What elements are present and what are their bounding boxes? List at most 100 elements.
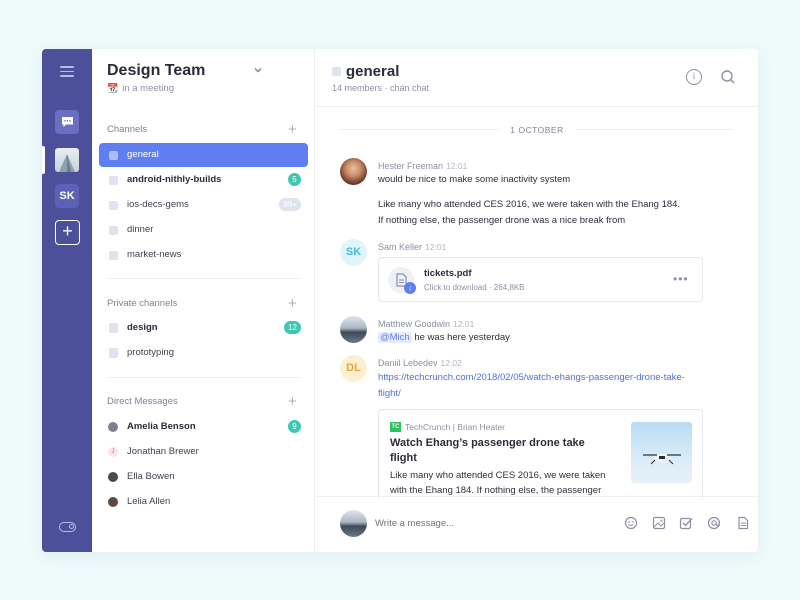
file-meta: Click to download · 264,8KB — [424, 283, 525, 292]
unread-badge: 5 — [288, 173, 301, 186]
team-name[interactable]: Design Team — [107, 62, 205, 80]
message-time: 12:02 — [440, 358, 462, 368]
document-icon[interactable] — [736, 516, 750, 530]
file-name[interactable]: tickets.pdf — [424, 268, 472, 279]
section-divider — [107, 377, 300, 378]
dm-label: Lelia Allen — [127, 496, 171, 507]
author-name[interactable]: Matthew Goodwin — [378, 319, 450, 329]
add-private-channel-plus-icon[interactable]: + — [288, 296, 297, 311]
section-divider — [107, 278, 300, 279]
date-divider — [576, 129, 734, 130]
add-channel-plus-icon[interactable]: + — [288, 122, 297, 137]
preview-description: Like many who attended CES 2016, we were… — [390, 470, 606, 496]
status-text: in a meeting — [122, 83, 174, 94]
active-workspace-indicator — [42, 146, 45, 174]
author-name[interactable]: Sam Keller — [378, 242, 422, 252]
info-icon[interactable]: i — [686, 69, 702, 85]
message-time: 12:01 — [453, 319, 475, 329]
workspace-sk-button[interactable]: SK — [55, 184, 79, 208]
date-separator: 1 OCTOBER — [510, 125, 564, 135]
message-time: 12:01 — [446, 161, 468, 171]
user-status: 📆 in a meeting — [107, 83, 174, 94]
channel-label: ios-decs-gems — [127, 199, 189, 210]
search-icon[interactable] — [720, 69, 736, 85]
avatar — [108, 422, 118, 432]
header-divider — [316, 106, 758, 107]
channel-label: prototyping — [127, 347, 175, 358]
hash-icon — [109, 201, 118, 210]
preview-title[interactable]: Watch Ehang’s passenger drone take fligh… — [390, 436, 600, 466]
image-icon[interactable] — [652, 516, 666, 530]
avatar — [108, 472, 118, 482]
message-author: Matthew Goodwin 12:01 — [378, 319, 474, 329]
avatar[interactable]: SK — [340, 239, 367, 266]
unread-badge: 9 — [288, 420, 301, 433]
avatar[interactable]: DL — [340, 355, 367, 382]
dm-label: Jonathan Brewer — [127, 446, 199, 457]
direct-messages-heading: Direct Messages — [107, 396, 178, 407]
more-options-icon[interactable]: ••• — [673, 272, 689, 286]
checkbox-icon[interactable] — [679, 516, 693, 530]
avatar — [340, 510, 367, 537]
chevron-down-icon[interactable] — [253, 65, 263, 75]
message-author: Sam Keller 12:01 — [378, 242, 446, 252]
dm-item-jonathan-brewer[interactable]: J Jonathan Brewer — [99, 440, 308, 464]
message-author: Hester Freeman 12:01 — [378, 161, 467, 171]
user-mention[interactable]: @Mich — [378, 332, 412, 343]
techcrunch-logo-icon: TC — [390, 422, 401, 432]
private-channel-item-design[interactable]: design 12 — [99, 316, 308, 340]
file-attachment[interactable]: ↓ tickets.pdf Click to download · 264,8K… — [378, 257, 703, 302]
preview-source: TC TechCrunch | Brian Heater — [390, 422, 505, 432]
avatar[interactable] — [340, 158, 367, 185]
message-text: Like many who attended CES 2016, we were… — [378, 199, 681, 210]
add-workspace-button[interactable]: + — [55, 220, 80, 245]
message-link[interactable]: https://techcrunch.com/2018/02/05/watch-… — [378, 370, 685, 385]
lock-icon — [109, 348, 118, 358]
mention-icon[interactable] — [707, 516, 721, 530]
message-text: @Mich he was here yesterday — [378, 330, 510, 345]
dm-item-amelia-benson[interactable]: Amelia Benson 9 — [99, 415, 308, 439]
avatar — [108, 497, 118, 507]
channel-sidebar: Design Team 📆 in a meeting Channels + ge… — [92, 49, 315, 552]
avatar[interactable] — [340, 316, 367, 343]
calendar-emoji: 📆 — [107, 83, 119, 93]
toggle-icon[interactable] — [59, 522, 76, 532]
add-direct-message-plus-icon[interactable]: + — [288, 394, 297, 409]
channel-item-ios-decs-gems[interactable]: ios-decs-gems 99+ — [99, 193, 308, 217]
message-author: Daniil Lebedev 12:02 — [378, 358, 462, 368]
dm-item-ella-bowen[interactable]: Ella Bowen — [99, 465, 308, 489]
workspace-avatar[interactable] — [55, 148, 79, 172]
message-link[interactable]: flight/ — [378, 386, 401, 401]
author-name[interactable]: Daniil Lebedev — [378, 358, 438, 368]
workspace-rail: SK + — [42, 49, 92, 552]
channel-label: android-nithly-builds — [127, 174, 222, 185]
channel-item-general[interactable]: general — [99, 143, 308, 167]
message-text: If nothing else, the passenger drone was… — [378, 215, 626, 226]
hamburger-menu-icon[interactable] — [60, 66, 74, 78]
emoji-icon[interactable] — [624, 516, 638, 530]
channel-item-dinner[interactable]: dinner — [99, 218, 308, 242]
private-channel-item-prototyping[interactable]: prototyping — [99, 341, 308, 365]
channels-heading: Channels — [107, 124, 148, 135]
channel-label: general — [127, 149, 159, 160]
dm-label: Amelia Benson — [127, 421, 196, 432]
author-name[interactable]: Hester Freeman — [378, 161, 443, 171]
message-time: 12:01 — [425, 242, 447, 252]
unread-badge: 99+ — [279, 198, 301, 211]
avatar: J — [108, 447, 118, 457]
dm-item-lelia-allen[interactable]: Lelia Allen — [99, 490, 308, 514]
conversation-panel: general 14 members · chan chat i 1 OCTOB… — [316, 49, 758, 552]
private-channels-heading: Private channels — [107, 298, 178, 309]
download-icon[interactable]: ↓ — [404, 282, 416, 294]
message-text: would be nice to make some inactivity sy… — [378, 174, 571, 185]
unread-badge: 12 — [284, 321, 301, 334]
channel-item-market-news[interactable]: market-news — [99, 243, 308, 267]
hash-icon — [332, 67, 341, 76]
chat-icon[interactable] — [55, 110, 79, 134]
message-input[interactable] — [375, 518, 555, 529]
channel-item-android-nithly-builds[interactable]: android-nithly-builds 5 — [99, 168, 308, 192]
message-body: he was here yesterday — [411, 332, 510, 343]
drone-thumbnail-image[interactable] — [631, 422, 692, 483]
link-preview-card[interactable]: TC TechCrunch | Brian Heater Watch Ehang… — [378, 409, 703, 499]
preview-source-text: TechCrunch | Brian Heater — [405, 422, 506, 432]
